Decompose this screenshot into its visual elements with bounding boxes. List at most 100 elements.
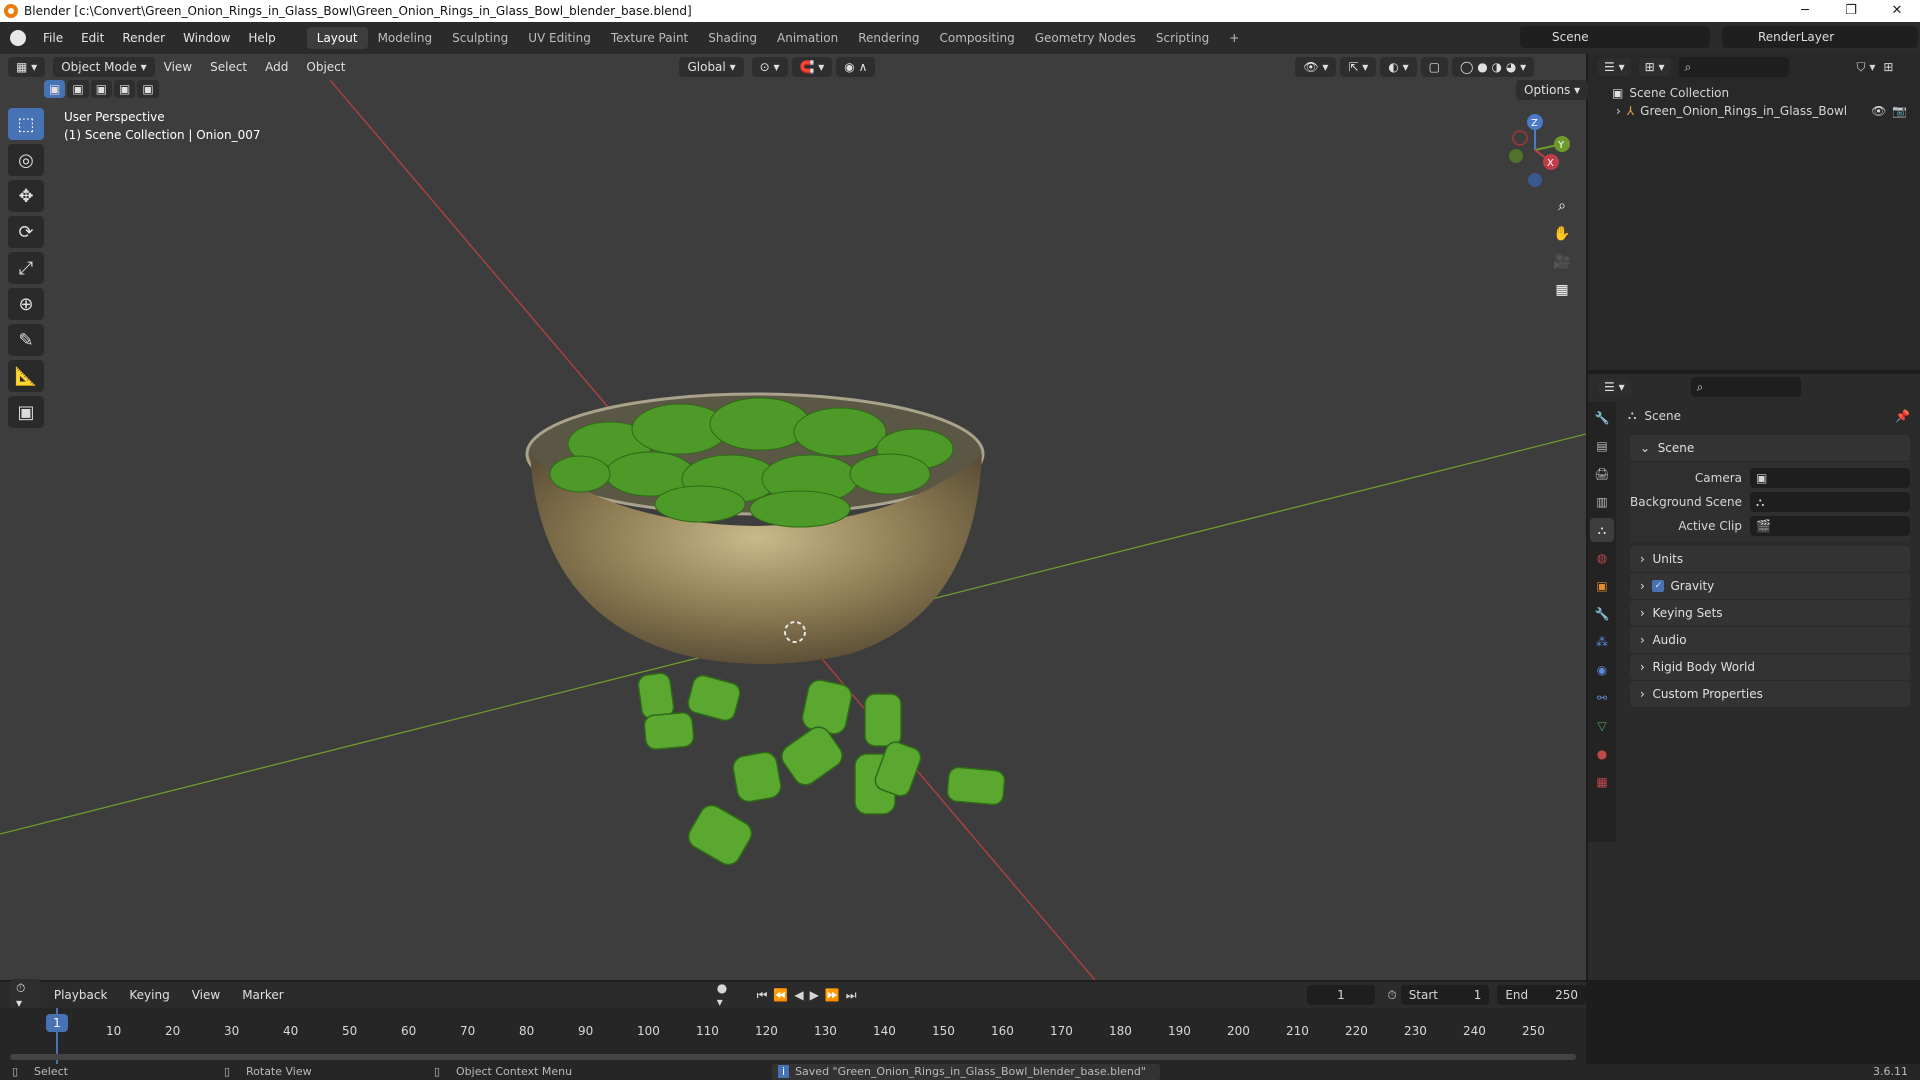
annotate-tool[interactable]: ✎ (8, 324, 44, 356)
stopwatch-icon[interactable]: ⏱ (1387, 988, 1396, 1003)
timeline-editor-icon[interactable]: ⏱ ▾ (10, 978, 41, 1012)
render-tab-icon[interactable]: ▤ (1590, 434, 1614, 458)
cursor-tool[interactable]: ◎ (8, 144, 44, 176)
scene-panel-header[interactable]: ⌄ Scene (1630, 435, 1910, 461)
pan-hand-icon[interactable]: ✋ (1548, 220, 1576, 248)
properties-editor-icon[interactable]: ☰ ▾ (1598, 378, 1631, 396)
world-tab-icon[interactable]: ◍ (1590, 546, 1614, 570)
view-layer-selector[interactable]: RenderLayer (1722, 26, 1918, 48)
pivot-icon[interactable]: ⊙ ▾ (751, 57, 788, 77)
panel-keying-sets[interactable]: › Keying Sets (1630, 600, 1910, 626)
gravity-checkbox[interactable]: ✓ (1652, 580, 1665, 592)
gizmo-toggle-icon[interactable]: ⇱ ▾ (1340, 57, 1377, 77)
add-cube-tool[interactable]: ▣ (8, 396, 44, 428)
panel-gravity[interactable]: › ✓ Gravity (1630, 573, 1910, 599)
proportional-edit-icon[interactable]: ◉ ∧ (836, 57, 876, 77)
output-tab-icon[interactable]: 🖨 (1590, 462, 1614, 486)
orientation-dropdown[interactable]: Global ▾ (679, 57, 744, 77)
active-clip-field[interactable]: 🎬 (1750, 516, 1910, 536)
panel-custom-properties[interactable]: › Custom Properties (1630, 681, 1910, 707)
xray-icon[interactable]: ▢ (1420, 57, 1448, 77)
options-button[interactable]: Options ▾ (1516, 80, 1589, 100)
timeline-ruler[interactable]: 1102030405060708090100110120130140150160… (0, 1008, 1586, 1064)
close-button[interactable]: ✕ (1874, 0, 1920, 22)
menu-file[interactable]: File (34, 31, 72, 45)
record-icon[interactable]: ● ▾ (717, 981, 737, 1009)
menu-render[interactable]: Render (113, 31, 174, 45)
snap-icon[interactable]: 🧲 ▾ (791, 57, 833, 77)
panel-audio[interactable]: › Audio (1630, 627, 1910, 653)
menu-keying[interactable]: Keying (120, 988, 178, 1002)
rotate-tool[interactable]: ⟳ (8, 216, 44, 248)
scene-tab-icon[interactable]: ⛬ (1590, 518, 1614, 542)
physics-tab-icon[interactable]: ◉ (1590, 658, 1614, 682)
menu-edit[interactable]: Edit (72, 31, 113, 45)
tab-layout[interactable]: Layout (306, 27, 368, 49)
tab-rendering[interactable]: Rendering (848, 27, 929, 49)
camera-view-icon[interactable]: 🎥 (1548, 248, 1576, 276)
tab-scripting[interactable]: Scripting (1146, 27, 1219, 49)
modifier-tab-icon[interactable]: 🔧 (1590, 602, 1614, 626)
add-workspace-button[interactable]: + (1219, 27, 1249, 49)
properties-search-input[interactable]: ⌕ (1690, 377, 1801, 397)
object-tab-icon[interactable]: ▣ (1590, 574, 1614, 598)
panel-units[interactable]: › Units (1630, 546, 1910, 572)
menu-window[interactable]: Window (174, 31, 239, 45)
menu-marker[interactable]: Marker (233, 988, 292, 1002)
texture-tab-icon[interactable]: ▦ (1590, 770, 1614, 794)
visibility-icon[interactable]: 👁 ▾ (1295, 57, 1337, 77)
menu-help[interactable]: Help (239, 31, 284, 45)
scene-selector[interactable]: Scene (1520, 26, 1710, 48)
panel-rigid-body-world[interactable]: › Rigid Body World (1630, 654, 1910, 680)
tab-shading[interactable]: Shading (698, 27, 767, 49)
render-camera-icon[interactable]: 📷 (1892, 104, 1907, 118)
playback-controls[interactable]: ⏮⏪◀▶⏩⏭ (757, 988, 863, 1003)
end-frame-field[interactable]: End 250 (1497, 985, 1586, 1005)
menu-playback[interactable]: Playback (45, 988, 117, 1002)
material-tab-icon[interactable]: ● (1590, 742, 1614, 766)
hide-viewport-eye-icon[interactable]: 👁 (1871, 104, 1886, 118)
measure-tool[interactable]: 📐 (8, 360, 44, 392)
menu-add[interactable]: Add (256, 60, 297, 74)
transform-tool[interactable]: ⊕ (8, 288, 44, 320)
menu-select[interactable]: Select (201, 60, 256, 74)
frame-indicator[interactable]: 1 (46, 1014, 68, 1032)
filter-icon[interactable]: ⛉ ▾ (1857, 60, 1876, 75)
tab-modeling[interactable]: Modeling (368, 27, 443, 49)
overlay-toggle-icon[interactable]: ◐ ▾ (1380, 57, 1417, 77)
menu-object[interactable]: Object (297, 60, 354, 74)
tab-sculpting[interactable]: Sculpting (442, 27, 518, 49)
current-frame-field[interactable]: 1 (1306, 985, 1376, 1005)
tab-uv-editing[interactable]: UV Editing (518, 27, 601, 49)
minimize-button[interactable]: ─ (1782, 0, 1828, 22)
constraints-tab-icon[interactable]: ⚯ (1590, 686, 1614, 710)
menu-view[interactable]: View (155, 60, 201, 74)
outliner-editor-icon[interactable]: ☰ ▾ (1598, 58, 1631, 76)
3d-viewport[interactable] (0, 54, 1586, 980)
tab-geometry-nodes[interactable]: Geometry Nodes (1025, 27, 1146, 49)
timeline-scrollbar[interactable] (10, 1054, 1576, 1060)
tab-texture-paint[interactable]: Texture Paint (601, 27, 698, 49)
display-mode-icon[interactable]: ⊞ ▾ (1638, 58, 1671, 76)
scale-tool[interactable]: ⤢ (8, 252, 44, 284)
camera-field[interactable]: ▣ (1750, 468, 1910, 488)
move-tool[interactable]: ✥ (8, 180, 44, 212)
outliner-item[interactable]: › ⅄ Green_Onion_Rings_in_Glass_Bowl 👁 📷 (1588, 100, 1920, 118)
select-extend-icon[interactable]: ▣ (67, 80, 89, 98)
editor-type-button[interactable]: ▦ ▾ (8, 57, 46, 77)
particles-tab-icon[interactable]: ⁂ (1590, 630, 1614, 654)
select-intersect-icon[interactable]: ▣ (137, 80, 159, 98)
select-invert-icon[interactable]: ▣ (114, 80, 136, 98)
outliner-search-input[interactable]: ⌕ (1678, 57, 1789, 77)
blender-menu-icon[interactable] (10, 30, 26, 46)
data-tab-icon[interactable]: ▽ (1590, 714, 1614, 738)
shading-modes[interactable]: ◯ ● ◑ ◕ ▾ (1452, 57, 1535, 77)
perspective-grid-icon[interactable]: ▦ (1548, 276, 1576, 304)
maximize-button[interactable]: ❐ (1828, 0, 1874, 22)
new-collection-icon[interactable]: ⊞ (1883, 60, 1893, 74)
start-frame-field[interactable]: Start 1 (1400, 985, 1490, 1005)
background-scene-field[interactable]: ⛬ (1750, 492, 1910, 512)
outliner-root[interactable]: ▣ Scene Collection (1588, 80, 1920, 100)
mode-dropdown[interactable]: Object Mode ▾ (53, 57, 155, 77)
menu-timeline-view[interactable]: View (183, 988, 229, 1002)
